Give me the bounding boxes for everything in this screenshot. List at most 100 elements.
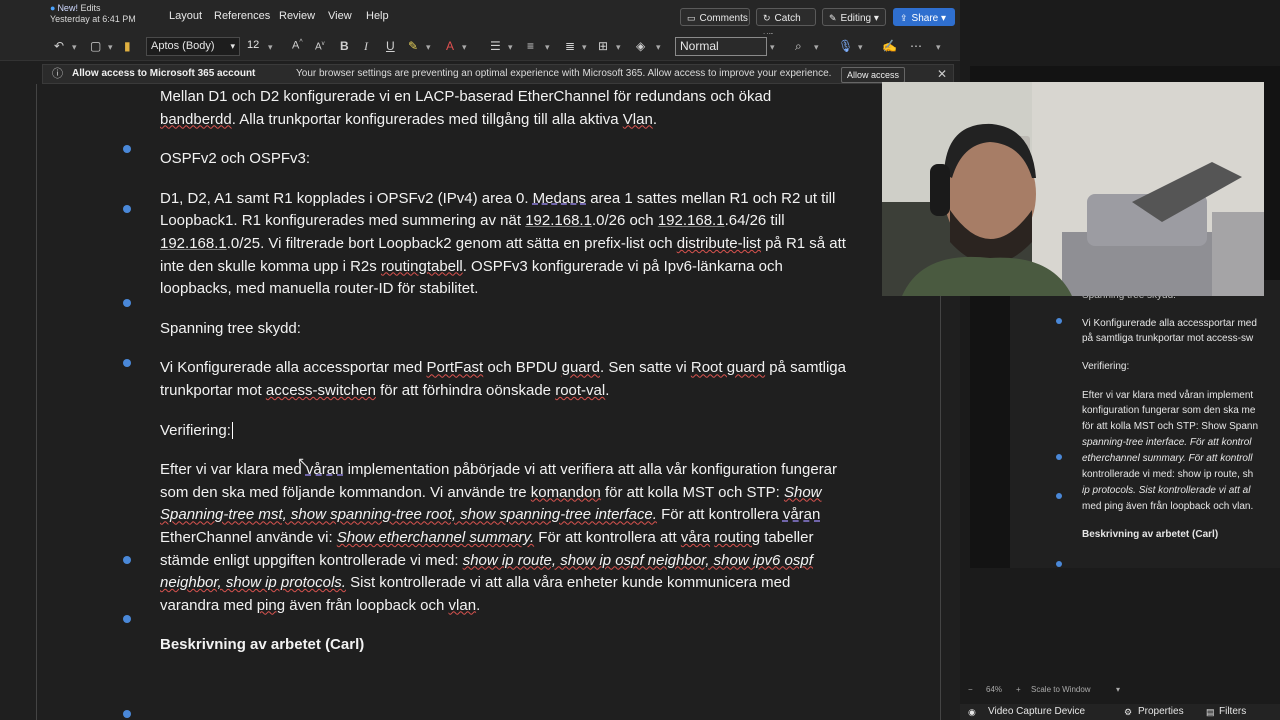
chevron-down-icon[interactable]: ▾ — [72, 42, 77, 53]
paragraph-stp: Vi Konfigurerade alla accessportar med P… — [160, 357, 850, 402]
paragraph-verifiering: Efter vi var klara med våran implementat… — [160, 459, 850, 617]
catch-up-button[interactable]: ↻Catch up — [756, 8, 816, 42]
ip-link[interactable]: 192.168.1 — [160, 235, 227, 252]
gear-icon[interactable]: ⚙ — [1124, 704, 1132, 720]
grow-font-icon[interactable]: A^ — [292, 39, 303, 52]
menu-view[interactable]: View — [328, 10, 352, 22]
text-run: PortFast — [426, 359, 484, 377]
text-run: även från loopback och — [285, 596, 449, 614]
chevron-down-icon[interactable]: ▾ — [616, 42, 621, 53]
text-run: . — [652, 110, 657, 128]
text-run: . Sen satte vi — [599, 359, 691, 377]
chevron-down-icon[interactable]: ▾ — [656, 42, 661, 53]
chevron-down-icon[interactable]: ▾ — [814, 42, 819, 53]
highlight-icon[interactable]: ✎ — [408, 39, 418, 53]
search-icon[interactable]: ⌕ — [795, 39, 802, 54]
camera-icon: ◉ — [968, 707, 976, 717]
text-run: och BPDU — [483, 359, 562, 377]
properties-button[interactable]: Properties — [1138, 704, 1184, 720]
font-size-value: 12 — [247, 39, 260, 51]
editor-icon[interactable]: ✍ — [882, 39, 897, 53]
menu-review[interactable]: Review — [279, 10, 315, 22]
chevron-down-icon[interactable]: ▾ — [770, 42, 775, 53]
paragraph-marker — [123, 205, 131, 213]
text-run: distribute-list — [676, 234, 761, 252]
style-select[interactable]: Normal — [675, 37, 767, 56]
menu-help[interactable]: Help — [366, 10, 389, 22]
text-run: Mellan D1 och D2 konfigurerade vi en LAC… — [160, 88, 772, 105]
bold-icon[interactable]: B — [340, 39, 349, 53]
bullets-icon[interactable]: ☰ — [490, 39, 501, 53]
mini-line: spanning-tree interface. För att kontrol — [1082, 437, 1252, 448]
heading-ospf: OSPFv2 och OSPFv3: — [160, 150, 311, 168]
filter-icon[interactable]: ▤ — [1206, 704, 1215, 720]
menu-references[interactable]: References — [214, 10, 270, 22]
chevron-down-icon[interactable]: ▾ — [858, 42, 863, 53]
shading-icon[interactable]: ◈ — [636, 39, 645, 53]
plus-icon[interactable]: + — [1016, 682, 1021, 698]
borders-icon[interactable]: ⊞ — [598, 39, 608, 53]
font-color-icon[interactable]: A — [446, 39, 454, 53]
chevron-down-icon[interactable]: ▾ — [508, 42, 513, 53]
text-run: root-val — [555, 381, 606, 399]
mouse-pointer-icon: ↖ — [297, 454, 309, 470]
close-icon[interactable]: ✕ — [937, 65, 947, 83]
underline-icon[interactable]: U — [386, 39, 395, 53]
ip-link[interactable]: 192.168.1 — [658, 212, 725, 229]
chevron-down-icon[interactable]: ▾ — [936, 42, 941, 53]
paragraph-marker — [123, 556, 131, 564]
undo-icon[interactable]: ↶ — [54, 39, 64, 53]
menu-layout[interactable]: Layout — [169, 10, 202, 22]
font-size-box[interactable]: 12 — [243, 37, 267, 56]
new-badge: New! — [57, 3, 78, 13]
format-painter-icon[interactable]: ▮ — [124, 39, 131, 53]
text-run: Vlan — [622, 110, 653, 128]
mini-line: på samtliga trunkportar mot access-sw — [1082, 333, 1254, 344]
mini-line: med ping även från loopback och vlan. — [1082, 501, 1254, 512]
text-run: För att kontrollera — [656, 506, 783, 524]
style-value: Normal — [680, 39, 719, 53]
allow-access-banner: ⓘ Allow access to Microsoft 365 account … — [42, 64, 954, 84]
text-run: D1, D2, A1 samt R1 kopplades i OPSFv2 (I… — [160, 189, 533, 207]
share-button[interactable]: ⇪ Share ▾ — [893, 8, 955, 26]
more-options-icon[interactable]: ⋯ — [910, 39, 922, 53]
text-run: Efter vi var klara med — [160, 461, 306, 479]
shrink-font-icon[interactable]: Av — [315, 41, 325, 52]
editing-button[interactable]: ✎ Editing ▾ — [822, 8, 886, 26]
chevron-down-icon[interactable]: ▾ — [462, 42, 467, 53]
clipboard-icon[interactable]: ▢ — [90, 39, 101, 53]
document-body[interactable]: Mellan D1 och D2 konfigurerade vi en LAC… — [160, 86, 850, 657]
banner-title: Allow access to Microsoft 365 account — [72, 68, 256, 79]
text-run: ping — [256, 596, 286, 614]
chevron-down-icon[interactable]: ▾ — [1116, 682, 1120, 698]
allow-access-button[interactable]: Allow access — [841, 67, 906, 83]
chevron-down-icon[interactable]: ▾ — [582, 42, 587, 53]
font-name-box[interactable]: Aptos (Body) ▾ — [146, 37, 240, 56]
numbering-icon[interactable]: ≡ — [527, 39, 534, 53]
word-window: ● New! Edits Yesterday at 6:41 PM Layout … — [0, 0, 960, 720]
saved-time: Yesterday at 6:41 PM — [50, 14, 136, 24]
text-run: . — [476, 596, 481, 614]
ribbon-toolbar: ↶ ▾ ▢ ▾ ▮ Aptos (Body) ▾ 12 ▾ A^ Av B I U… — [0, 34, 960, 61]
catch-up-icon: ↻ — [763, 13, 771, 23]
info-icon: ⓘ — [52, 68, 63, 80]
text-run: .0/25. Vi filtrerade bort Loopback2 geno… — [226, 234, 677, 252]
pencil-icon: ✎ — [829, 13, 837, 23]
scale-mode[interactable]: Scale to Window — [1031, 682, 1091, 698]
microphone-icon[interactable]: 🎙 — [838, 39, 853, 53]
comments-button[interactable]: ▭ Comments — [680, 8, 750, 26]
chevron-down-icon[interactable]: ▾ — [108, 42, 113, 53]
chevron-down-icon[interactable]: ▾ — [545, 42, 550, 53]
text-run: .64/26 till — [724, 212, 785, 230]
italic-icon[interactable]: I — [364, 39, 368, 54]
minus-icon[interactable]: − — [968, 682, 973, 698]
align-icon[interactable]: ≣ — [565, 39, 575, 53]
chevron-down-icon[interactable]: ▾ — [268, 42, 273, 53]
mini-marker — [1056, 454, 1062, 460]
text-run: bandberdd — [160, 110, 232, 128]
text-run: våra — [680, 528, 711, 546]
ip-link[interactable]: 192.168.1 — [525, 212, 592, 229]
filters-button[interactable]: Filters — [1219, 704, 1246, 720]
text-run: för att kolla MST och STP: — [600, 483, 784, 501]
chevron-down-icon[interactable]: ▾ — [426, 42, 431, 53]
